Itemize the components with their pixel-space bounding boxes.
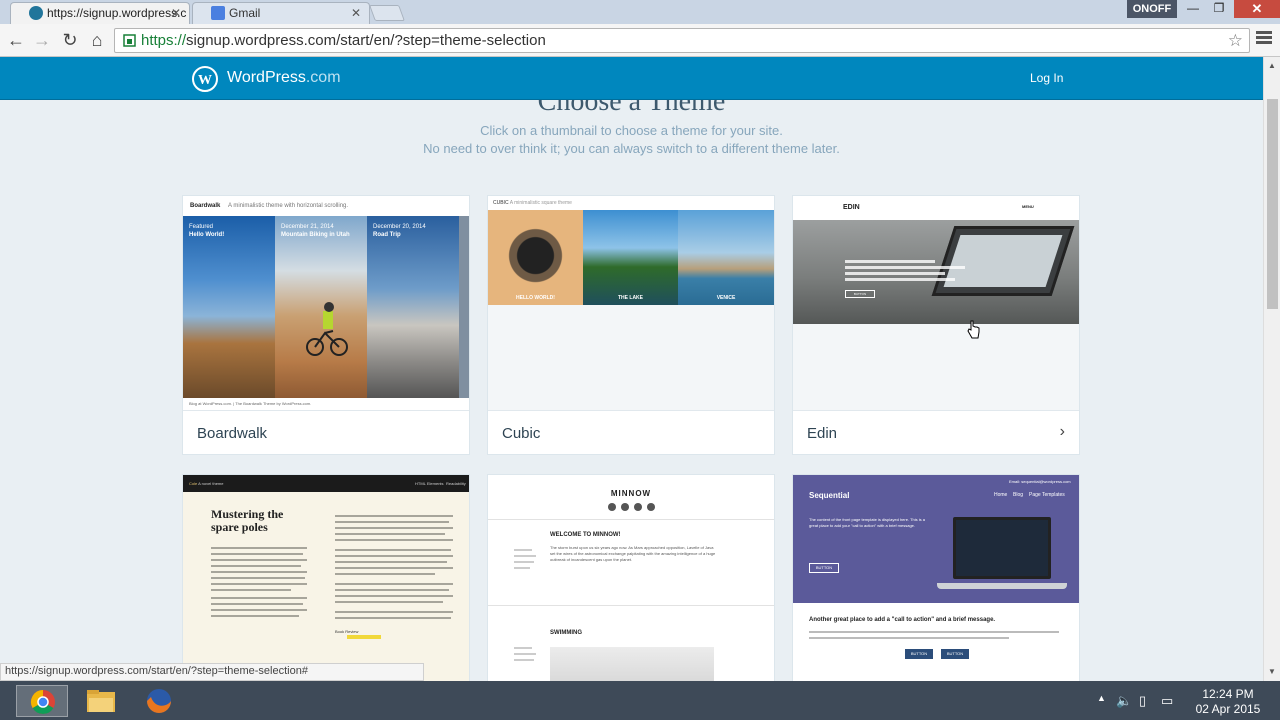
chevron-right-icon[interactable]: › [1060, 423, 1065, 441]
thumb-post-title: SWIMMING [550, 630, 582, 636]
theme-card-edin[interactable]: EDIN MENU BUTTON Edin › [792, 195, 1080, 455]
page-scrollbar[interactable]: ▲ ▼ [1263, 57, 1280, 681]
laptop-hero-image: BUTTON [793, 220, 1079, 324]
volume-icon[interactable]: 🔈 [1116, 693, 1132, 709]
theme-selection-content: Choose a Theme Click on a thumbnail to c… [0, 100, 1263, 681]
thumb-panel: Featured Hello World! [183, 216, 275, 398]
theme-card-cubic[interactable]: CUBIC A minimalistic square theme HELLO … [487, 195, 775, 455]
chrome-taskbar-button[interactable] [16, 685, 68, 717]
wordpress-header: W WordPress.com Log In [0, 57, 1263, 100]
page-subtitle-secondary: No need to over think it; you can always… [423, 141, 840, 156]
window-close-button[interactable]: ✕ [1234, 0, 1280, 18]
theme-thumbnail[interactable]: Cole A novel theme HTML Elements Readabi… [183, 475, 469, 681]
theme-thumbnail[interactable]: Boardwalk A minimalistic theme with hori… [183, 196, 469, 410]
social-icon [634, 503, 642, 511]
svg-text:W: W [198, 73, 212, 88]
tab-title: Gmail [229, 6, 261, 20]
onoff-badge[interactable]: ONOFF [1127, 0, 1177, 18]
firefox-icon [147, 689, 171, 713]
show-hidden-icons-icon[interactable]: ▲ [1097, 693, 1106, 703]
wordpress-brand[interactable]: WordPress.com [227, 69, 341, 87]
thumb-panel: December 20, 2014 Road Trip [367, 216, 459, 398]
tab-gmail[interactable]: Gmail ✕ [192, 2, 370, 24]
theme-card-sequential[interactable]: Email: sequential@wordpress.com Sequenti… [792, 474, 1080, 681]
tab-wordpress-signup[interactable]: https://signup.wordpress.c ✕ [10, 2, 190, 24]
windows-taskbar: ▲ 🔈 ▯ ▭ 12:24 PM 02 Apr 2015 [0, 681, 1280, 720]
network-icon[interactable]: ▭ [1161, 693, 1173, 709]
scrollbar-thumb[interactable] [1267, 99, 1278, 309]
thumb-hero: Email: sequential@wordpress.com Sequenti… [793, 475, 1079, 603]
thumb-header: MINNOW [610, 489, 652, 498]
thumb-post-title: Mustering the spare poles [211, 507, 284, 534]
power-icon[interactable]: ▯ [1139, 693, 1146, 709]
status-bar-url: https://signup.wordpress.com/start/en/?s… [0, 663, 424, 681]
maximize-button[interactable]: ❐ [1206, 0, 1232, 18]
tab-title: https://signup.wordpress.c [47, 6, 187, 20]
login-link[interactable]: Log In [1030, 71, 1063, 85]
theme-thumbnail[interactable]: EDIN MENU BUTTON [793, 196, 1079, 410]
thumb-post-title: WELCOME TO MINNOW! [550, 532, 621, 538]
minimize-button[interactable]: — [1180, 0, 1206, 18]
back-arrow-icon[interactable]: ← [5, 29, 27, 51]
theme-card-boardwalk[interactable]: Boardwalk A minimalistic theme with hori… [182, 195, 470, 455]
wordpress-logo-icon[interactable]: W [192, 66, 218, 92]
page-title: Choose a Theme [537, 100, 726, 117]
lock-icon [123, 34, 136, 47]
wordpress-favicon-icon [29, 6, 43, 20]
thumb-panel: December 21, 2014 Mountain Biking in Utah [275, 216, 367, 398]
folder-icon [87, 690, 115, 712]
thumb-header: CUBIC A minimalistic square theme [488, 196, 774, 210]
browser-toolbar: ← → ↻ ⌂ https://signup.wordpress.com/sta… [0, 24, 1280, 57]
theme-name[interactable]: Boardwalk [183, 410, 469, 454]
theme-card-cole[interactable]: Cole A novel theme HTML Elements Readabi… [182, 474, 470, 681]
theme-name[interactable]: Cubic [488, 410, 774, 454]
address-bar[interactable]: https://signup.wordpress.com/start/en/?s… [114, 28, 1250, 53]
url-text: https://signup.wordpress.com/start/en/?s… [141, 32, 546, 49]
thumb-footer: Blog at WordPress.com. | The Boardwalk T… [183, 398, 469, 410]
tab-close-icon[interactable]: ✕ [171, 6, 181, 20]
system-clock[interactable]: 12:24 PM 02 Apr 2015 [1193, 687, 1263, 717]
social-icon [647, 503, 655, 511]
hand-pointer-cursor-icon [967, 320, 980, 339]
theme-thumbnail[interactable]: CUBIC A minimalistic square theme HELLO … [488, 196, 774, 410]
social-icon [621, 503, 629, 511]
page-subtitle: Click on a thumbnail to choose a theme f… [480, 123, 783, 138]
new-tab-button[interactable] [369, 5, 405, 21]
tab-close-icon[interactable]: ✕ [351, 6, 361, 20]
bookmark-star-icon[interactable]: ☆ [1228, 31, 1243, 51]
monitor-illustration [953, 517, 1051, 579]
venice-image: VENICE [678, 210, 774, 305]
cyclist-illustration [306, 302, 348, 356]
forward-arrow-icon[interactable]: → [31, 29, 53, 51]
social-icon [608, 503, 616, 511]
chrome-icon [30, 690, 55, 715]
camera-image: HELLO WORLD! [488, 210, 583, 305]
thumb-header: EDIN MENU [793, 196, 1079, 220]
reload-icon[interactable]: ↻ [59, 29, 81, 51]
thumb-excerpt: The storm burst upon us six years ago no… [550, 545, 716, 562]
home-icon[interactable]: ⌂ [86, 29, 108, 51]
scroll-up-arrow-icon[interactable]: ▲ [1268, 61, 1276, 70]
theme-thumbnail[interactable]: Email: sequential@wordpress.com Sequenti… [793, 475, 1079, 681]
theme-card-minnow[interactable]: MINNOW WELCOME TO MINNOW! The storm burs… [487, 474, 775, 681]
google-favicon-icon [211, 6, 225, 20]
thumb-header: Sequential [809, 491, 850, 500]
theme-thumbnail[interactable]: MINNOW WELCOME TO MINNOW! The storm burs… [488, 475, 774, 681]
thumb-header: Boardwalk A minimalistic theme with hori… [183, 196, 469, 216]
firefox-taskbar-button[interactable] [133, 685, 185, 717]
theme-name[interactable]: Edin › [793, 410, 1079, 454]
file-explorer-taskbar-button[interactable] [75, 685, 127, 717]
chrome-menu-icon[interactable] [1256, 31, 1272, 45]
browser-tab-strip: https://signup.wordpress.c ✕ Gmail ✕ ONO… [0, 0, 1280, 24]
lake-image: THE LAKE [583, 210, 678, 305]
thumb-header: Cole A novel theme HTML Elements Readabi… [183, 475, 469, 492]
scroll-down-arrow-icon[interactable]: ▼ [1268, 667, 1276, 676]
